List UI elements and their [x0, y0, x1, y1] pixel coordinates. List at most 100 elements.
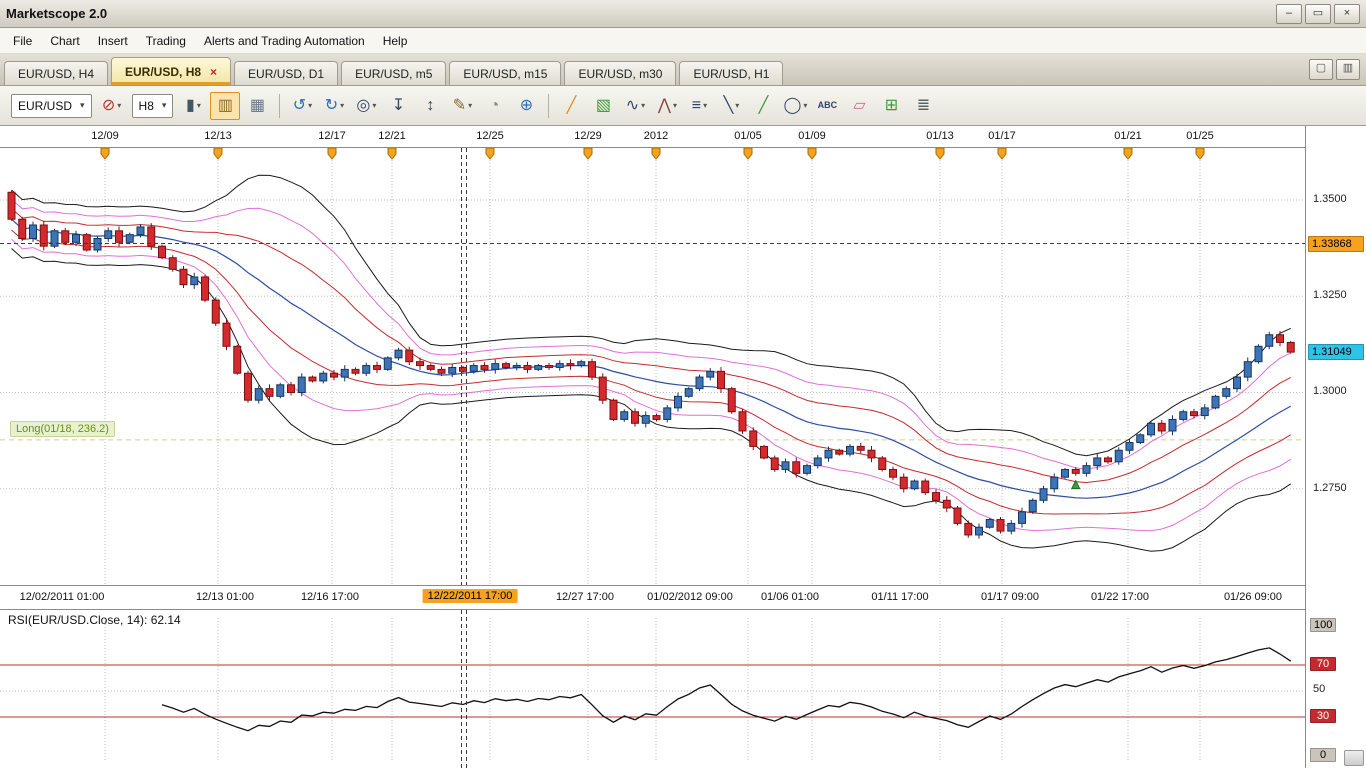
rsi-indicator-title: RSI(EUR/USD.Close, 14): 62.14 [8, 613, 181, 627]
text-label-icon-glyph: ABC [817, 100, 838, 110]
tab-eur-usd-h4[interactable]: EUR/USD, H4 [4, 61, 109, 85]
menu-file[interactable]: File [4, 30, 41, 52]
chevron-down-icon: ▾ [672, 100, 677, 110]
ruler-icon[interactable]: ╱ [556, 92, 586, 120]
candle-body [706, 370, 715, 378]
tab-eur-usd-h1[interactable]: EUR/USD, H1 [679, 61, 784, 85]
strategy-icon-glyph: ⊞ [884, 96, 899, 114]
bottom-axis-tick: 01/06 01:00 [760, 591, 820, 603]
panel-restore-button[interactable]: ▢ [1309, 59, 1333, 80]
price-axis-column[interactable]: 1.3500 1.3250 1.3000 1.2750 1.33868 1.31049 10… [1305, 126, 1366, 768]
tab-label: EUR/USD, m30 [578, 66, 663, 81]
candle-body [1018, 511, 1026, 524]
candle-body [641, 415, 650, 424]
menu-insert[interactable]: Insert [89, 30, 137, 52]
rsi-chart-svg[interactable] [0, 610, 1305, 768]
data-table-icon[interactable]: ▦ [242, 92, 272, 120]
menu-trading[interactable]: Trading [137, 30, 195, 52]
candle-body [190, 276, 199, 286]
tab-close-icon[interactable]: × [210, 65, 217, 79]
close-button[interactable]: × [1334, 3, 1360, 24]
chart-type-icon[interactable]: ▮ ▾ [178, 92, 208, 120]
undo-icon[interactable]: ↺ ▾ [287, 92, 317, 120]
freehand-line-icon[interactable]: ╱ [748, 92, 778, 120]
remove-symbol-icon-glyph: ⊘ [101, 96, 116, 114]
tab-eur-usd-d1[interactable]: EUR/USD, D1 [234, 61, 339, 85]
candle-body [319, 372, 328, 382]
date-marker-icon [387, 147, 397, 160]
scroll-to-end-icon[interactable]: ↧ [383, 92, 413, 120]
minimize-button[interactable]: – [1276, 3, 1302, 24]
horizontal-line-icon[interactable]: ≡ ▾ [684, 92, 714, 120]
chart-layout-icon[interactable]: ▥ [210, 91, 241, 120]
candle-body [996, 519, 1005, 532]
toolbar: EUR/USD ▾ ⊘ ▾ H8 ▾ ▮ ▾ ▥ ▦ ↺ ▾ ↻ ▾ ◎ ▾ ↧ ↕ ✎ ▾ ◔ ⊕ ╱ ▧ ∿ ▾ ⋀ ▾ ≡ ▾ ╲ ▾ ╱… [0, 86, 1366, 126]
eraser-icon[interactable]: ▱ [844, 92, 874, 120]
candle-body [942, 499, 951, 509]
bottom-axis-tick: 01/26 09:00 [1223, 591, 1283, 603]
rsi-panel[interactable]: RSI(EUR/USD.Close, 14): 62.14 [0, 610, 1305, 768]
candle-body [125, 234, 134, 243]
chevron-down-icon: ▾ [340, 100, 345, 110]
candle-body [867, 449, 876, 459]
auto-scale-icon[interactable]: ↕ [415, 92, 445, 120]
trend-line-icon-glyph: ╲ [723, 96, 734, 114]
top-axis-tick: 01/17 [988, 130, 1016, 142]
candle-body [792, 461, 801, 474]
chart-area: 12/09 12/13 12/17 12/21 12/25 12/29 2012 01/05 0… [0, 126, 1366, 768]
rsi-line [161, 647, 1292, 732]
main-chart-svg[interactable] [0, 147, 1305, 585]
timezone-globe-icon[interactable]: ⊕ [511, 92, 541, 120]
candle-body [1050, 476, 1059, 490]
candle-body [18, 218, 27, 239]
tab-eur-usd-m15[interactable]: EUR/USD, m15 [449, 61, 562, 85]
bottom-axis-tick: 12/27 17:00 [555, 591, 615, 603]
date-marker-icon [997, 147, 1007, 160]
ellipse-icon-glyph: ◯ [783, 96, 802, 114]
remove-symbol-icon[interactable]: ⊘ ▾ [97, 92, 127, 120]
candle-body [1222, 388, 1231, 397]
main-chart-plot[interactable]: Long(01/18, 236.2) [0, 147, 1305, 585]
bollinger-upper-band [11, 174, 1292, 457]
text-label-icon[interactable]: ABC [812, 92, 842, 120]
trend-line-icon[interactable]: ╲ ▾ [716, 92, 746, 120]
candle-body [7, 191, 16, 220]
top-axis-tick: 01/25 [1186, 130, 1214, 142]
candle-body [953, 507, 962, 524]
timeframe-select[interactable]: H8 ▾ [131, 93, 174, 118]
bottom-axis-tick: 01/17 09:00 [980, 591, 1040, 603]
tab-eur-usd-h8[interactable]: EUR/USD, H8 × [111, 57, 232, 85]
redo-icon[interactable]: ↻ ▾ [319, 92, 349, 120]
candle-body [201, 276, 209, 301]
menu-help[interactable]: Help [374, 30, 417, 52]
strategy-icon[interactable]: ⊞ [876, 92, 906, 120]
ruler-icon-glyph: ╱ [566, 96, 577, 114]
resize-grip[interactable] [1344, 750, 1364, 766]
candle-body [136, 226, 145, 236]
window-title: Marketscope 2.0 [6, 6, 108, 21]
annotate-icon[interactable]: ✎ ▾ [447, 92, 477, 120]
chevron-down-icon: ▾ [80, 100, 85, 110]
snapshot-icon[interactable]: ▧ [588, 92, 618, 120]
symbol-select[interactable]: EUR/USD ▾ [11, 93, 92, 118]
restore-button[interactable]: ▭ [1305, 3, 1331, 24]
bottom-axis-tick: 01/11 17:00 [871, 591, 929, 603]
menu-chart[interactable]: Chart [41, 30, 88, 52]
marketscope-window: { "window": { "title": "Marketscope 2.0"… [0, 0, 1366, 768]
more-tools-icon[interactable]: ≣ [908, 92, 938, 120]
bottom-axis-tick: 12/13 01:00 [195, 591, 255, 603]
indicators-icon[interactable]: ∿ ▾ [620, 92, 650, 120]
tab-eur-usd-m30[interactable]: EUR/USD, m30 [564, 61, 677, 85]
zoom-icon[interactable]: ◎ ▾ [351, 92, 381, 120]
tab-eur-usd-m5[interactable]: EUR/USD, m5 [341, 61, 447, 85]
ellipse-icon[interactable]: ◯ ▾ [780, 92, 810, 120]
menu-alerts[interactable]: Alerts and Trading Automation [195, 30, 374, 52]
panel-menu-button[interactable]: ▥ [1336, 59, 1360, 80]
indicators-icon-glyph: ∿ [625, 96, 640, 114]
sessions-icon[interactable]: ◔ [479, 92, 509, 120]
chevron-down-icon: ▾ [641, 100, 646, 110]
candle-body [1061, 468, 1069, 478]
fib-tools-icon[interactable]: ⋀ ▾ [652, 92, 682, 120]
data-table-icon-glyph: ▦ [249, 96, 265, 114]
toolbar-separator [279, 93, 281, 118]
